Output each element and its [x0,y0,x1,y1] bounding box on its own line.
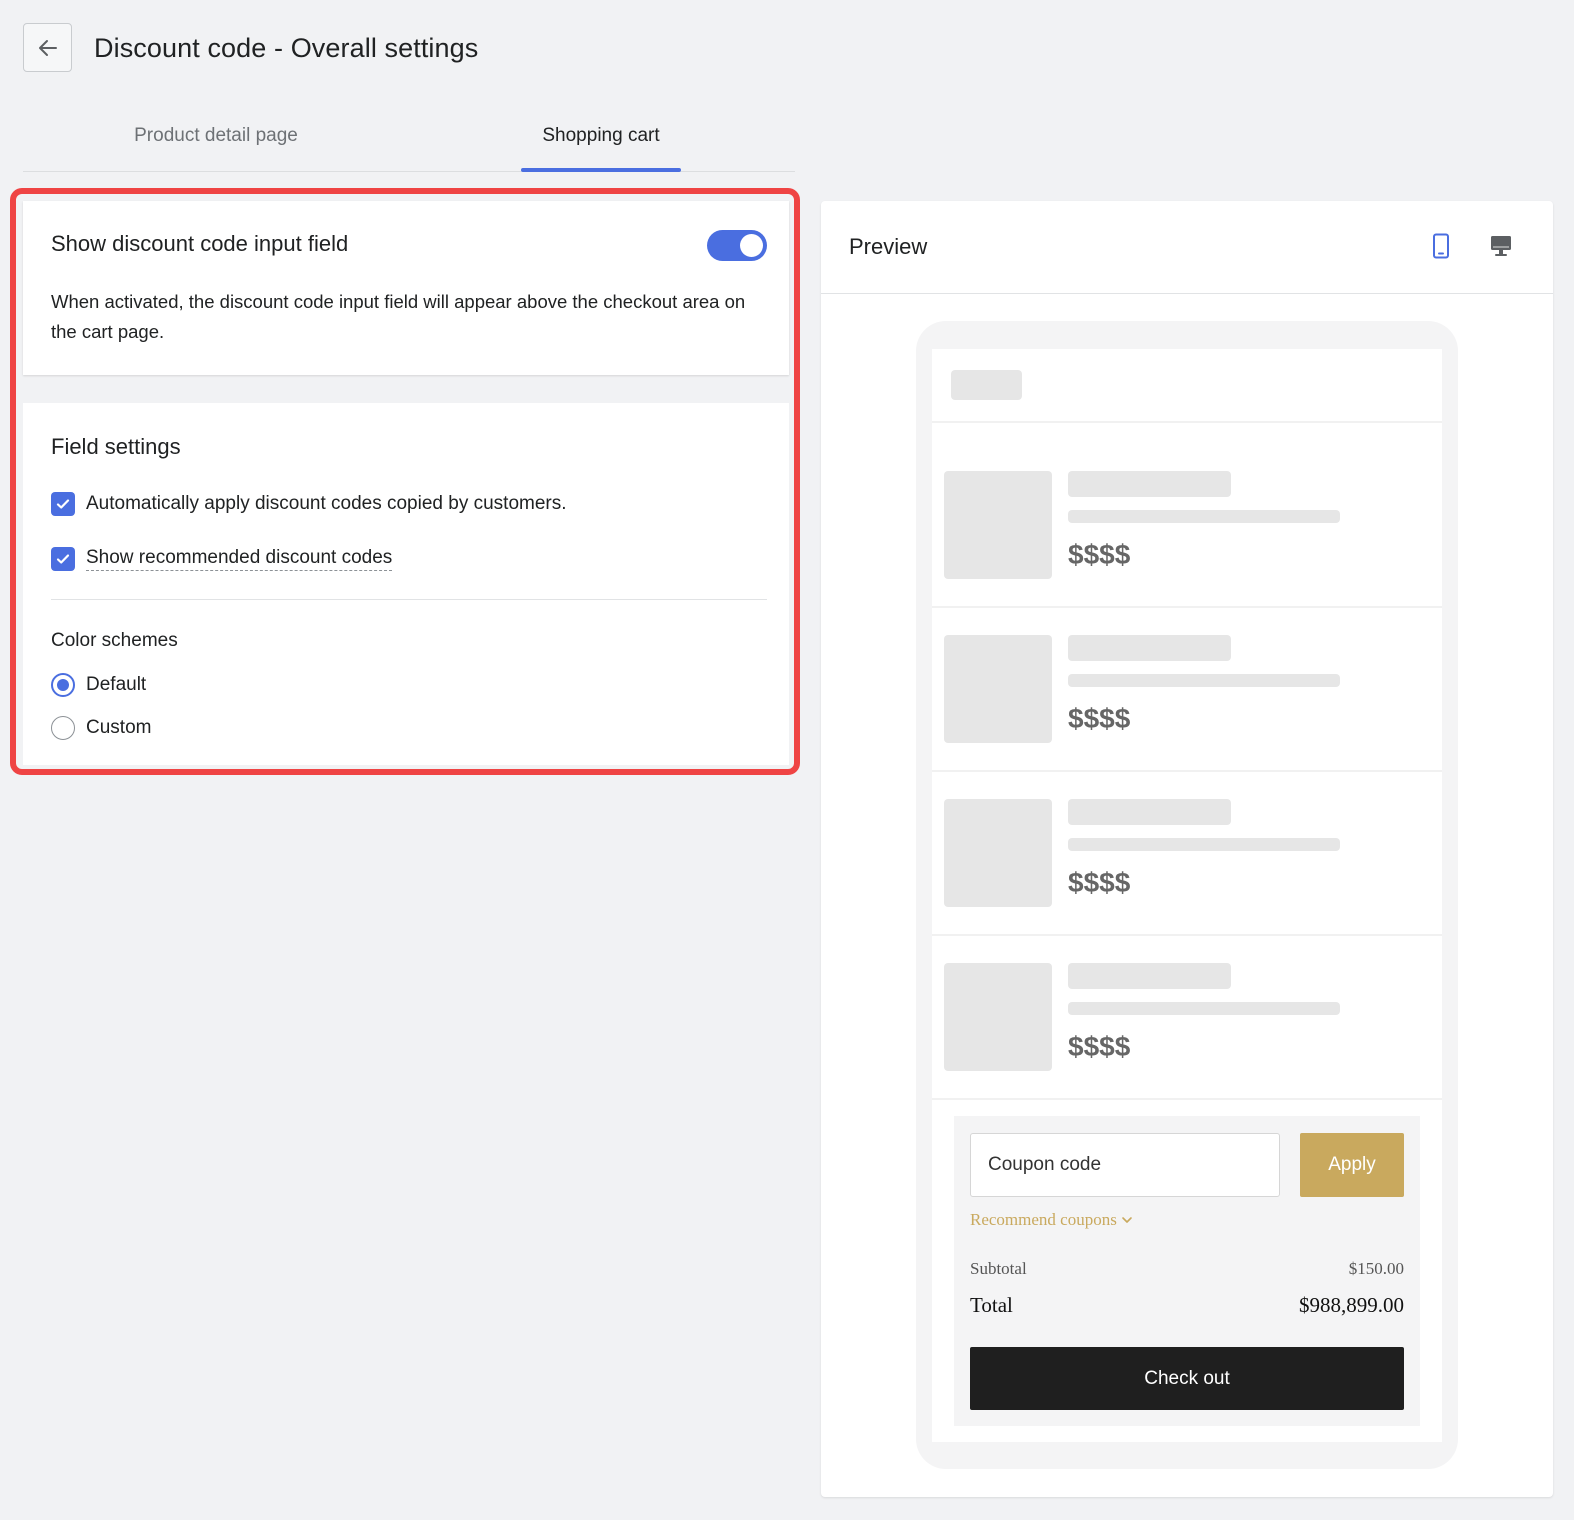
divider [932,421,1442,423]
tab-bar: Product detail page Shopping cart [23,108,795,172]
item-price: $$$$ [1068,539,1131,570]
product-image-placeholder [944,635,1052,743]
desktop-icon[interactable] [1489,233,1513,259]
header-placeholder [951,370,1022,400]
title-placeholder [1068,471,1231,497]
coupon-code-input[interactable]: Coupon code [970,1133,1280,1197]
recommend-label: Recommend coupons [970,1210,1117,1229]
tab-shopping-cart[interactable]: Shopping cart [521,108,681,172]
arrow-left-icon [38,39,57,56]
title-placeholder [1068,799,1231,825]
checkout-area: Coupon code Apply Recommend coupons Subt… [954,1116,1420,1426]
subtitle-placeholder [1068,1002,1340,1015]
product-image-placeholder [944,799,1052,907]
phone-frame: $$$$ $$$$ $$$$ $$$$ Coupon code Apply Re… [916,321,1458,1469]
preview-panel: Preview $$$$ $$$$ $$$$ $$$$ Coupon code … [821,201,1553,1497]
active-tab-indicator [521,168,681,172]
back-button[interactable] [23,23,72,72]
divider [932,934,1442,936]
tab-label: Shopping cart [542,125,660,146]
preview-header: Preview [821,201,1553,294]
divider [932,1098,1442,1100]
highlight-frame [10,188,800,775]
total-label: Total [970,1293,1013,1317]
page-title: Discount code - Overall settings [94,33,479,63]
item-price: $$$$ [1068,867,1131,898]
preview-title: Preview [849,234,928,259]
subtitle-placeholder [1068,838,1340,851]
title-placeholder [1068,635,1231,661]
chevron-down-icon [1122,1217,1132,1223]
item-price: $$$$ [1068,1031,1131,1062]
title-placeholder [1068,963,1231,989]
checkout-button[interactable]: Check out [970,1347,1404,1410]
subtotal-value: $150.00 [1348,1259,1404,1278]
subtitle-placeholder [1068,510,1340,523]
divider [932,770,1442,772]
divider [932,606,1442,608]
product-image-placeholder [944,471,1052,579]
recommend-coupons-link[interactable]: Recommend coupons [970,1210,1134,1230]
product-image-placeholder [944,963,1052,1071]
total-value: $988,899.00 [1299,1293,1404,1317]
cart-screen: $$$$ $$$$ $$$$ $$$$ Coupon code Apply Re… [932,349,1442,1442]
apply-button[interactable]: Apply [1300,1133,1404,1197]
subtotal-label: Subtotal [970,1259,1027,1278]
item-price: $$$$ [1068,703,1131,734]
mobile-icon[interactable] [1431,233,1451,259]
subtitle-placeholder [1068,674,1340,687]
tab-product-detail-page[interactable]: Product detail page [121,108,311,171]
